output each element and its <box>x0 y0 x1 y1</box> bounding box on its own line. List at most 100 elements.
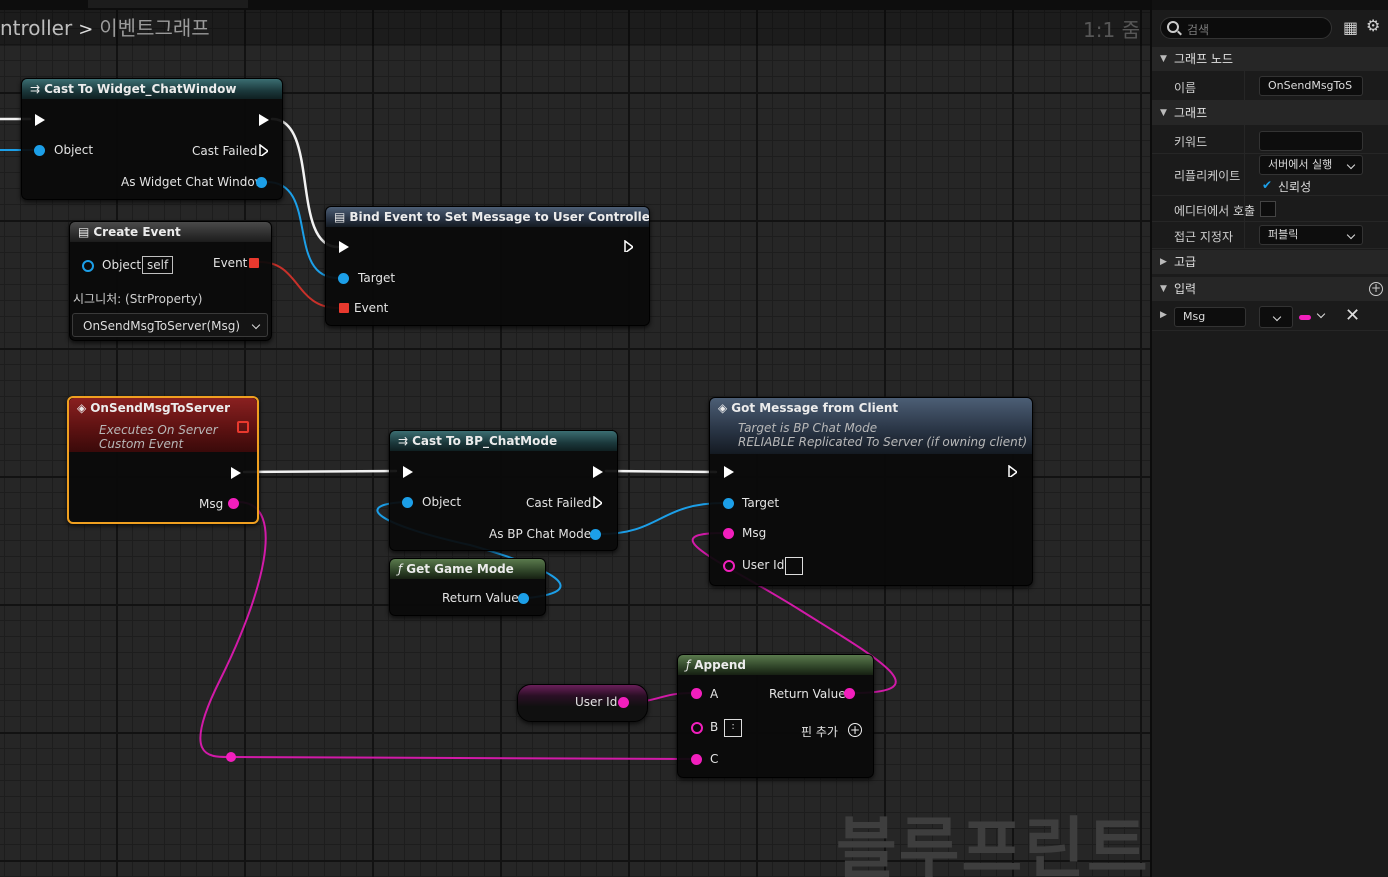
collapse-triangle-icon: ▼ <box>1160 54 1167 64</box>
close-icon[interactable]: ✕ <box>1345 305 1360 326</box>
container-type-chevron-icon[interactable] <box>1316 309 1326 319</box>
self-value-box[interactable]: self <box>142 256 174 274</box>
name-label: 이름 <box>1174 81 1197 95</box>
exec-in-pin[interactable] <box>403 466 413 478</box>
checkmark-icon[interactable]: ✔ <box>1262 178 1272 192</box>
table-view-icon[interactable]: ▦ <box>1343 18 1358 37</box>
c-pin[interactable] <box>691 754 702 765</box>
exec-in-pin[interactable] <box>35 114 45 126</box>
add-pin-icon[interactable]: + <box>848 723 862 737</box>
return-value-pin[interactable] <box>518 593 529 604</box>
event-label: Event <box>213 256 248 270</box>
exec-out-pin[interactable] <box>1008 465 1017 477</box>
event-graph-canvas[interactable]: ntroller > 이벤트그래프 1:1 줌 블루프린트 ⇉ Cast To Wid… <box>0 0 1150 877</box>
exec-out-pin[interactable] <box>593 466 603 478</box>
node-cast-to-bp-chatmode[interactable]: ⇉ Cast To BP_ChatMode Object Cast Failed … <box>389 430 618 551</box>
input-param-row: ▶ Msg ✕ <box>1152 303 1388 331</box>
function-select[interactable]: OnSendMsgToServer(Msg) <box>72 313 268 337</box>
exec-out-pin[interactable] <box>624 240 633 252</box>
target-label: Target <box>742 496 780 510</box>
exec-in-pin[interactable] <box>339 241 349 253</box>
event-delegate-pin[interactable] <box>249 258 259 268</box>
cast-icon: ⇉ <box>398 434 409 448</box>
prop-row-name: 이름 OnSendMsgToS <box>1152 71 1388 101</box>
node-create-event[interactable]: ▤ Create Event Object self Event 시그니처: (S… <box>69 221 272 341</box>
exec-out-pin[interactable] <box>231 467 241 479</box>
node-header[interactable]: ▤ Bind Event to Set Message to User Contr… <box>326 207 649 227</box>
target-pin[interactable] <box>338 273 349 284</box>
string-wire-reroute-to-c <box>230 756 694 760</box>
user-id-input-box[interactable] <box>785 557 803 575</box>
prop-row-access-specifier: 접근 지정자 퍼블릭 <box>1152 222 1388 249</box>
target-pin[interactable] <box>723 498 734 509</box>
expand-triangle-icon[interactable]: ▶ <box>1160 310 1167 320</box>
replicates-select[interactable]: 서버에서 실행 <box>1259 155 1363 175</box>
as-widget-pin[interactable] <box>256 177 267 188</box>
msg-pin[interactable] <box>723 528 734 539</box>
a-pin[interactable] <box>691 688 702 699</box>
row-divider <box>1244 154 1245 195</box>
node-title: Get Game Mode <box>406 562 514 576</box>
node-append[interactable]: ƒ Append A Return Value B : 핀 추가 + C <box>677 654 874 778</box>
user-id-var-pin[interactable] <box>618 697 629 708</box>
node-user-id-variable[interactable]: User Id <box>517 684 648 722</box>
node-bind-event[interactable]: ▤ Bind Event to Set Message to User Contr… <box>325 206 650 326</box>
exec-in-pin[interactable] <box>724 466 734 478</box>
node-title: Append <box>694 658 746 672</box>
object-pin[interactable] <box>402 497 413 508</box>
node-get-game-mode[interactable]: ƒ Get Game Mode Return Value <box>389 558 546 616</box>
node-title: OnSendMsgToServer <box>90 401 230 415</box>
cast-icon: ⇉ <box>30 82 41 96</box>
access-specifier-value: 퍼블릭 <box>1268 228 1299 241</box>
section-advanced[interactable]: ▶ 고급 <box>1152 250 1388 274</box>
chevron-down-icon <box>1346 230 1356 240</box>
keywords-label: 키워드 <box>1174 135 1208 149</box>
user-id-label: User Id <box>742 558 785 572</box>
section-graph[interactable]: ▼ 그래프 <box>1152 101 1388 125</box>
section-inputs[interactable]: ▼ 입력 + <box>1152 277 1388 301</box>
gear-icon[interactable]: ⚙ <box>1366 16 1380 35</box>
as-chatmode-pin[interactable] <box>590 529 601 540</box>
name-field[interactable]: OnSendMsgToS <box>1259 76 1363 96</box>
cast-failed-exec-pin[interactable] <box>259 144 268 156</box>
call-in-editor-label: 에디터에서 호출 <box>1174 204 1256 218</box>
msg-pin[interactable] <box>228 498 239 509</box>
node-header[interactable]: ▤ Create Event <box>70 222 271 242</box>
input-param-type-select[interactable] <box>1259 306 1293 328</box>
node-header[interactable]: ⇉ Cast To BP_ChatMode <box>390 431 617 451</box>
object-label: Object <box>54 143 94 157</box>
chevron-down-icon <box>1272 312 1282 322</box>
object-pin[interactable] <box>82 260 94 272</box>
section-graph-node[interactable]: ▼ 그래프 노드 <box>1152 47 1388 71</box>
event-pin[interactable] <box>339 303 349 313</box>
a-label: A <box>710 687 719 701</box>
object-pin[interactable] <box>34 145 45 156</box>
b-pin[interactable] <box>691 722 703 734</box>
return-value-pin[interactable] <box>844 688 855 699</box>
b-value-box[interactable]: : <box>724 719 742 737</box>
cast-failed-label: Cast Failed <box>192 144 258 158</box>
event-node-icon: ▤ <box>78 225 90 239</box>
cast-failed-exec-pin[interactable] <box>593 496 602 508</box>
node-header[interactable]: ƒ Get Game Mode <box>390 559 545 579</box>
user-id-pin[interactable] <box>723 560 735 572</box>
node-title: Cast To Widget_ChatWindow <box>44 82 237 96</box>
input-param-name-field[interactable]: Msg <box>1174 307 1246 327</box>
exec-wire-cast-to-got <box>604 469 718 474</box>
node-got-message-from-client[interactable]: ◈ Got Message from Client Target is BP Ch… <box>709 397 1033 586</box>
delegate-output-pin[interactable] <box>237 421 249 433</box>
node-on-send-msg-to-server[interactable]: ◈ OnSendMsgToServer Executes On Server Cu… <box>67 396 259 524</box>
chevron-down-icon <box>251 320 261 330</box>
node-cast-to-widget[interactable]: ⇉ Cast To Widget_ChatWindow Object Cast F… <box>21 78 283 200</box>
search-input[interactable]: 검색 <box>1160 17 1332 39</box>
exec-out-pin[interactable] <box>259 114 269 126</box>
access-specifier-select[interactable]: 퍼블릭 <box>1259 225 1363 245</box>
return-value-label: Return Value <box>442 591 519 605</box>
call-in-editor-checkbox[interactable] <box>1260 201 1276 217</box>
keywords-field[interactable] <box>1259 131 1363 151</box>
node-header[interactable]: ƒ Append <box>678 655 873 675</box>
node-header[interactable]: ⇉ Cast To Widget_ChatWindow <box>22 79 282 99</box>
add-pin-label: 핀 추가 <box>801 725 838 739</box>
node-subtitle-2: Custom Event <box>99 437 184 451</box>
add-input-icon[interactable]: + <box>1369 282 1383 296</box>
